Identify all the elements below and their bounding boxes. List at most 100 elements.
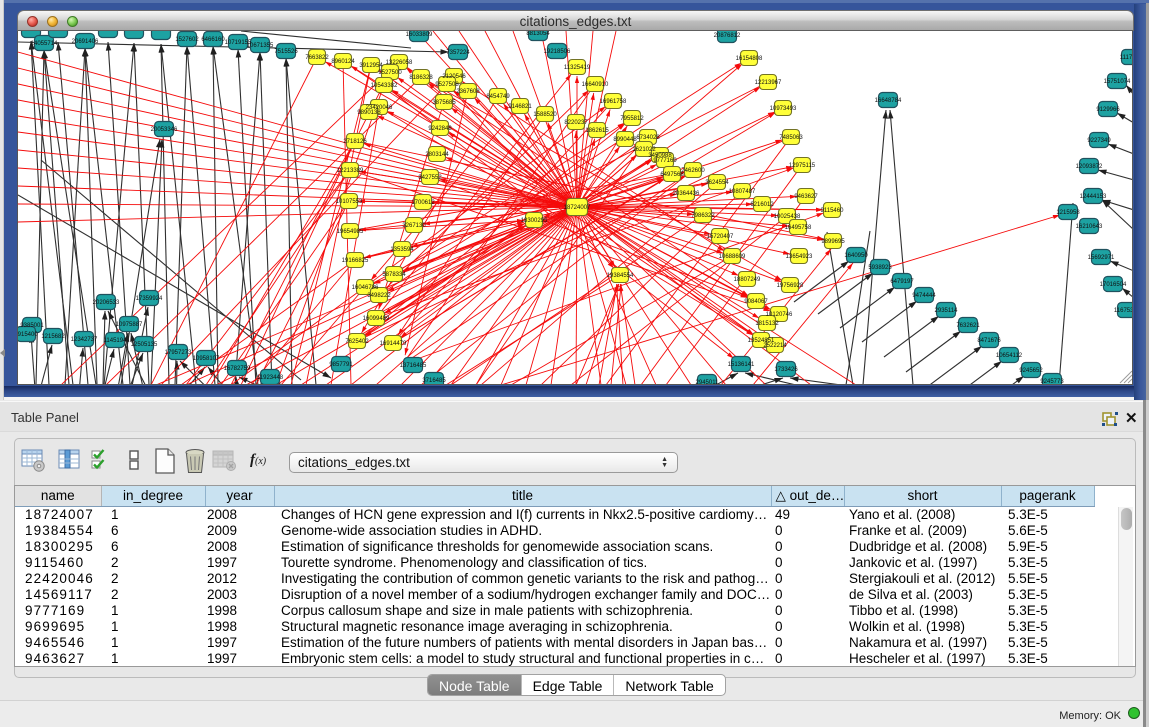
svg-text:3267130: 3267130 xyxy=(402,223,426,229)
svg-text:12342737: 12342737 xyxy=(71,337,98,343)
svg-text:7485063: 7485063 xyxy=(779,135,803,141)
svg-text:1145194: 1145194 xyxy=(104,338,128,344)
svg-text:16046786: 16046786 xyxy=(352,285,379,291)
svg-text:9527508: 9527508 xyxy=(435,82,459,88)
svg-text:19218506: 19218506 xyxy=(544,49,571,55)
svg-text:9777169: 9777169 xyxy=(653,158,677,164)
svg-text:15751074: 15751074 xyxy=(1104,79,1131,85)
svg-text:16640910: 16640910 xyxy=(582,82,609,88)
svg-text:8186328: 8186328 xyxy=(409,75,433,81)
svg-text:2367608: 2367608 xyxy=(456,89,480,95)
svg-text:12975115: 12975115 xyxy=(789,163,816,169)
svg-text:8471676: 8471676 xyxy=(977,338,1001,344)
svg-text:3912954: 3912954 xyxy=(359,63,383,69)
svg-text:13226058: 13226058 xyxy=(386,60,413,66)
svg-text:8427552: 8427552 xyxy=(418,175,442,181)
svg-text:16033809: 16033809 xyxy=(406,32,433,38)
svg-text:16914479: 16914479 xyxy=(380,341,407,347)
svg-text:13716485: 13716485 xyxy=(400,363,427,369)
svg-text:10973493: 10973493 xyxy=(770,106,797,112)
svg-text:20691406: 20691406 xyxy=(72,39,99,45)
svg-text:9129966: 9129966 xyxy=(1096,107,1120,113)
svg-text:8960124: 8960124 xyxy=(331,59,355,65)
svg-text:16961758: 16961758 xyxy=(600,99,627,105)
svg-text:18724007: 18724007 xyxy=(564,205,591,211)
svg-text:10688609: 10688609 xyxy=(719,254,746,260)
svg-text:7515526: 7515526 xyxy=(274,49,298,55)
svg-text:20876812: 20876812 xyxy=(714,33,741,39)
svg-text:14055714: 14055714 xyxy=(31,41,58,47)
svg-text:16099489: 16099489 xyxy=(363,316,390,322)
svg-text:9227349: 9227349 xyxy=(1087,138,1111,144)
svg-text:9245652: 9245652 xyxy=(1019,368,1043,374)
svg-text:16210643: 16210643 xyxy=(1076,224,1103,230)
svg-text:9245773: 9245773 xyxy=(1040,379,1064,385)
svg-text:20053346: 20053346 xyxy=(151,127,178,133)
svg-text:17359924: 17359924 xyxy=(136,296,163,302)
svg-text:6466160: 6466160 xyxy=(201,37,225,43)
svg-text:16648784: 16648784 xyxy=(875,98,902,104)
svg-text:1733426: 1733426 xyxy=(774,367,798,373)
svg-text:19654985: 19654985 xyxy=(337,229,364,235)
svg-text:3498222: 3498222 xyxy=(367,293,391,299)
svg-text:11923448: 11923448 xyxy=(257,375,284,381)
svg-text:12213967: 12213967 xyxy=(755,80,782,86)
svg-text:7663822: 7663822 xyxy=(305,55,329,61)
svg-text:3875685: 3875685 xyxy=(432,100,456,106)
svg-text:6216012: 6216012 xyxy=(750,202,774,208)
svg-text:1815132: 1815132 xyxy=(755,321,779,327)
svg-text:19756928: 19756928 xyxy=(777,283,804,289)
svg-text:15692971: 15692971 xyxy=(1088,255,1115,261)
svg-text:7462600: 7462600 xyxy=(681,168,705,174)
svg-text:10654112: 10654112 xyxy=(996,353,1023,359)
svg-text:3915400: 3915400 xyxy=(18,332,38,338)
svg-text:9527500: 9527500 xyxy=(378,70,402,76)
svg-text:9385001: 9385001 xyxy=(20,323,44,329)
svg-text:8990448: 8990448 xyxy=(613,137,637,143)
svg-text:15136141: 15136141 xyxy=(728,362,755,368)
svg-text:9463627: 9463627 xyxy=(794,194,818,200)
svg-text:10120746: 10120746 xyxy=(766,312,793,318)
svg-text:12505135: 12505135 xyxy=(131,342,158,348)
svg-text:10107553: 10107553 xyxy=(336,199,363,205)
svg-text:1527602: 1527602 xyxy=(175,37,199,43)
svg-text:11675333: 11675333 xyxy=(1114,308,1133,314)
svg-text:2120546: 2120546 xyxy=(442,74,466,80)
svg-text:8220237: 8220237 xyxy=(564,120,588,126)
svg-text:13654923: 13654923 xyxy=(786,254,813,260)
svg-text:20364436: 20364436 xyxy=(673,191,700,197)
svg-text:1588520: 1588520 xyxy=(533,112,557,118)
svg-text:1700612: 1700612 xyxy=(411,200,435,206)
svg-text:1117534: 1117534 xyxy=(1120,55,1133,61)
svg-text:1353594: 1353594 xyxy=(390,247,414,253)
svg-text:9242848: 9242848 xyxy=(428,126,452,132)
svg-text:2718126: 2718126 xyxy=(343,139,367,145)
svg-text:2803144: 2803144 xyxy=(425,152,449,158)
svg-text:2945011: 2945011 xyxy=(696,380,720,385)
svg-text:10025438: 10025438 xyxy=(774,214,801,220)
svg-text:1862615: 1862615 xyxy=(585,128,609,134)
svg-text:1215682: 1215682 xyxy=(41,334,65,340)
svg-text:3716485: 3716485 xyxy=(422,378,446,384)
svg-text:5878334: 5878334 xyxy=(382,272,406,278)
svg-text:9084067: 9084067 xyxy=(744,299,768,305)
svg-text:9146821: 9146821 xyxy=(508,104,532,110)
svg-text:10807487: 10807487 xyxy=(729,189,756,195)
svg-text:8454749: 8454749 xyxy=(486,94,510,100)
svg-text:20206533: 20206533 xyxy=(93,300,120,306)
svg-text:12444153: 12444153 xyxy=(1080,194,1107,200)
svg-text:5938923: 5938923 xyxy=(868,265,892,271)
svg-text:19384554: 19384554 xyxy=(607,273,634,279)
svg-text:2935114: 2935114 xyxy=(935,308,959,314)
svg-text:7357224: 7357224 xyxy=(446,50,470,56)
svg-text:12093872: 12093872 xyxy=(1076,164,1103,170)
svg-text:10671355: 10671355 xyxy=(247,43,274,49)
svg-text:16782759: 16782759 xyxy=(224,366,251,372)
svg-text:18807249: 18807249 xyxy=(734,277,761,283)
svg-text:10543382: 10543382 xyxy=(371,83,398,89)
svg-text:3624554: 3624554 xyxy=(705,180,729,186)
svg-text:16495758: 16495758 xyxy=(785,225,812,231)
svg-text:9474444: 9474444 xyxy=(912,293,936,299)
svg-text:9890138: 9890138 xyxy=(357,110,381,116)
svg-text:9115460: 9115460 xyxy=(821,208,845,214)
